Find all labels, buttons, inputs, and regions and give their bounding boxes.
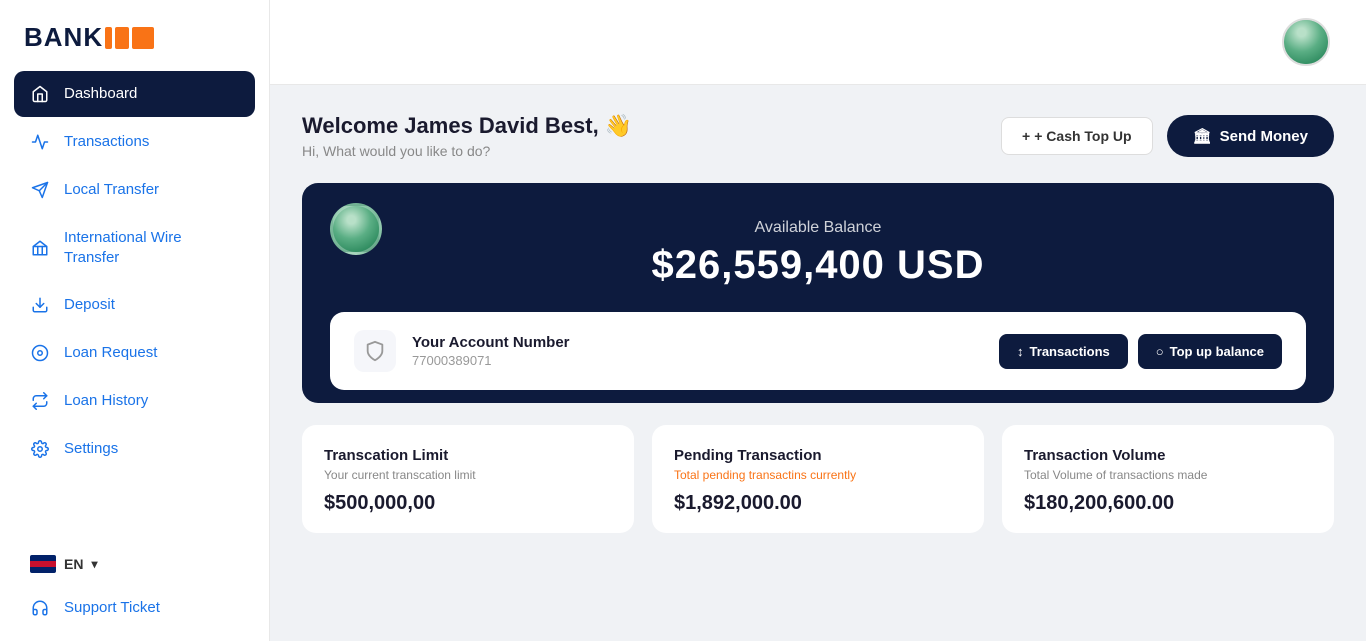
plus-icon: +	[1022, 128, 1030, 144]
sidebar-item-label: International Wire Transfer	[64, 228, 239, 267]
sidebar-item-label: Deposit	[64, 295, 115, 315]
topup-balance-button[interactable]: ○ Top up balance	[1138, 334, 1282, 369]
sidebar-item-label: Transactions	[64, 132, 149, 152]
logo-bar-1	[105, 27, 112, 49]
bank-icon: 🏛	[1193, 127, 1212, 145]
sidebar-item-international-wire[interactable]: International Wire Transfer	[14, 215, 255, 280]
stat-card-limit: Transcation Limit Your current transcati…	[302, 425, 634, 533]
home-icon	[30, 84, 50, 104]
stat-value-0: $500,000,00	[324, 492, 612, 515]
disc-icon	[30, 343, 50, 363]
stat-card-volume: Transaction Volume Total Volume of trans…	[1002, 425, 1334, 533]
logo-bar-3	[132, 27, 154, 49]
stat-title-2: Transaction Volume	[1024, 447, 1312, 464]
logo-bar-2	[115, 27, 129, 49]
welcome-text: Welcome James David Best, 👋 Hi, What wou…	[302, 113, 632, 159]
sidebar-item-deposit[interactable]: Deposit	[14, 282, 255, 328]
sidebar-item-label: Loan Request	[64, 343, 157, 363]
wave-emoji: 👋	[605, 113, 632, 138]
balance-card: Available Balance $26,559,400 USD Your A…	[302, 183, 1334, 403]
flag-uk-icon	[30, 555, 56, 573]
sidebar-support-label: Support Ticket	[64, 598, 160, 618]
sidebar-item-dashboard[interactable]: Dashboard	[14, 71, 255, 117]
logo-area: BANK	[0, 0, 269, 71]
send-icon	[30, 180, 50, 200]
stat-value-1: $1,892,000.00	[674, 492, 962, 515]
sidebar-item-settings[interactable]: Settings	[14, 426, 255, 472]
sidebar-item-loan-request[interactable]: Loan Request	[14, 330, 255, 376]
chevron-down-icon: ▾	[91, 557, 97, 571]
stat-sub-2: Total Volume of transactions made	[1024, 468, 1312, 482]
cash-topup-button[interactable]: + + Cash Top Up	[1001, 117, 1153, 155]
content-area: Welcome James David Best, 👋 Hi, What wou…	[270, 85, 1366, 561]
sidebar-item-local-transfer[interactable]: Local Transfer	[14, 167, 255, 213]
settings-icon	[30, 439, 50, 459]
stat-value-2: $180,200,600.00	[1024, 492, 1312, 515]
transactions-icon: ↕	[1017, 344, 1024, 359]
activity-icon	[30, 132, 50, 152]
language-label: EN	[64, 556, 83, 572]
shield-icon	[354, 330, 396, 372]
sidebar: BANK Dashboard Transactions Loca	[0, 0, 270, 641]
stat-sub-0: Your current transcation limit	[324, 468, 612, 482]
sidebar-item-label: Local Transfer	[64, 180, 159, 200]
sidebar-item-label: Settings	[64, 439, 118, 459]
transactions-label: Transactions	[1030, 344, 1110, 359]
cash-topup-label: + Cash Top Up	[1034, 128, 1131, 144]
headset-icon	[30, 598, 50, 618]
account-number: 77000389071	[412, 353, 570, 368]
account-info: Your Account Number 77000389071	[354, 330, 570, 372]
topup-circle-icon: ○	[1156, 344, 1164, 359]
sidebar-item-label: Loan History	[64, 391, 148, 411]
logo-text: BANK	[24, 22, 103, 53]
building-icon	[30, 238, 50, 258]
transactions-button[interactable]: ↕ Transactions	[999, 334, 1128, 369]
sidebar-item-support[interactable]: Support Ticket	[14, 585, 255, 631]
balance-label: Available Balance	[334, 219, 1302, 237]
topup-label: Top up balance	[1170, 344, 1264, 359]
send-money-label: Send Money	[1220, 128, 1308, 145]
repeat-icon	[30, 391, 50, 411]
welcome-subtitle: Hi, What would you like to do?	[302, 143, 632, 159]
welcome-row: Welcome James David Best, 👋 Hi, What wou…	[302, 113, 1334, 159]
stat-title-1: Pending Transaction	[674, 447, 962, 464]
stat-sub-1: Total pending transactins currently	[674, 468, 962, 482]
language-selector[interactable]: EN ▾	[14, 545, 255, 583]
account-details: Your Account Number 77000389071	[412, 334, 570, 368]
account-actions: ↕ Transactions ○ Top up balance	[999, 334, 1282, 369]
topbar	[270, 0, 1366, 85]
sidebar-bottom: EN ▾ Support Ticket	[0, 531, 269, 641]
sidebar-item-loan-history[interactable]: Loan History	[14, 378, 255, 424]
balance-card-avatar	[330, 203, 382, 255]
welcome-actions: + + Cash Top Up 🏛 Send Money	[1001, 115, 1334, 157]
logo-bars	[105, 27, 154, 49]
nav-menu: Dashboard Transactions Local Transfer In…	[0, 71, 269, 531]
sidebar-item-transactions[interactable]: Transactions	[14, 119, 255, 165]
welcome-heading: Welcome James David Best, 👋	[302, 113, 632, 139]
send-money-button[interactable]: 🏛 Send Money	[1167, 115, 1334, 157]
account-bar: Your Account Number 77000389071 ↕ Transa…	[330, 312, 1306, 390]
download-icon	[30, 295, 50, 315]
main-content: Welcome James David Best, 👋 Hi, What wou…	[270, 0, 1366, 641]
stat-title-0: Transcation Limit	[324, 447, 612, 464]
account-title: Your Account Number	[412, 334, 570, 351]
sidebar-item-label: Dashboard	[64, 84, 137, 104]
avatar[interactable]	[1282, 18, 1330, 66]
stat-card-pending: Pending Transaction Total pending transa…	[652, 425, 984, 533]
balance-amount: $26,559,400 USD	[334, 243, 1302, 288]
stats-row: Transcation Limit Your current transcati…	[302, 425, 1334, 533]
